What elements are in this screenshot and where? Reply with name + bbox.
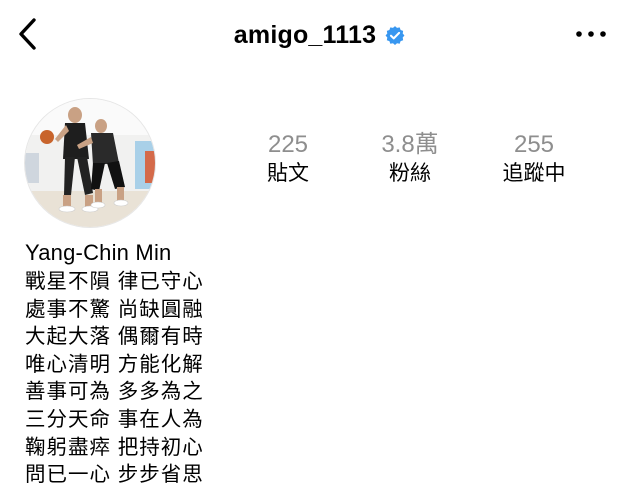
bio-line: 唯心清明 方能化解 [25,352,204,376]
bio-line: 處事不驚 尚缺圓融 [25,297,204,321]
bio-line: 問已一心 步步省思 [25,463,204,487]
more-options-button[interactable] [572,24,610,44]
posts-count[interactable]: 225 貼文 [228,130,348,188]
followers-value: 3.8萬 [381,131,439,158]
bio-line: 大起大落 偶爾有時 [25,325,204,349]
bio-line: 鞠躬盡瘁 把持初心 [25,435,204,459]
header-title: amigo_1113 [0,18,640,52]
bio-line: 善事可為 多多為之 [25,380,204,404]
followers-count[interactable]: 3.8萬 粉絲 [350,130,470,188]
bio-line: 三分天命 事在人為 [25,407,204,431]
following-value: 255 [513,131,555,158]
top-bar: amigo_1113 [0,0,640,70]
posts-value: 225 [267,131,309,158]
verified-badge-icon [385,26,405,45]
profile-stats: 225 貼文 3.8萬 粉絲 255 追蹤中 [0,130,640,200]
username: amigo_1113 [233,20,377,49]
posts-label: 貼文 [267,162,309,185]
following-label: 追蹤中 [502,162,566,185]
display-name: Yang-Chin Min [25,240,172,265]
bio-line: 戰星不隕 律已守心 [25,270,204,293]
bio: 戰星不隕 律已守心 處事不驚 尚缺圓融 大起大落 偶爾有時 唯心清明 方能化解 … [25,268,204,489]
following-count[interactable]: 255 追蹤中 [474,130,594,188]
more-horizontal-icon [576,31,606,37]
followers-label: 粉絲 [389,162,431,185]
